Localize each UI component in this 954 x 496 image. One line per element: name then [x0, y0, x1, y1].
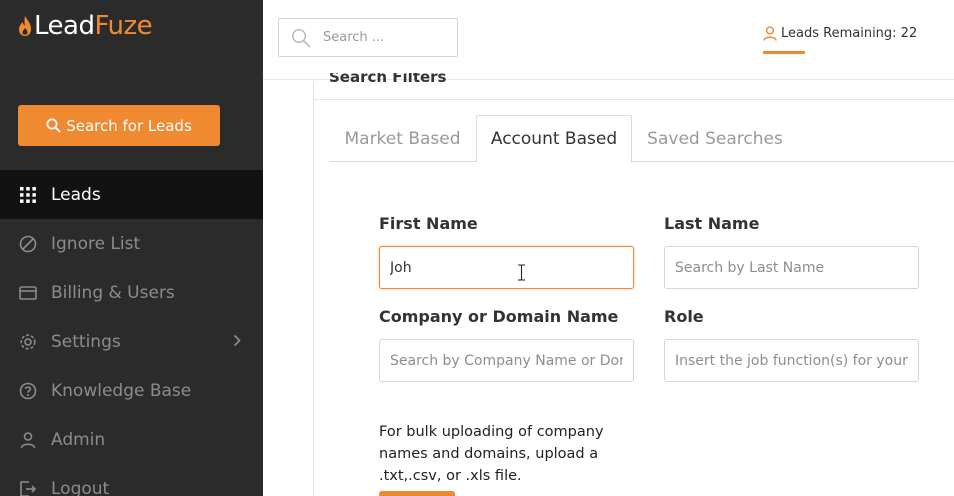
sidebar-item-label: Settings	[51, 331, 121, 352]
tab-saved-searches[interactable]: Saved Searches	[632, 115, 798, 162]
filters-divider	[314, 99, 954, 100]
role-input[interactable]	[664, 339, 919, 382]
sidebar: Lead Fuze Search for Leads Leads Ignore L…	[0, 0, 263, 496]
last-name-input[interactable]	[664, 246, 919, 289]
user-icon	[763, 26, 777, 41]
company-domain-label: Company or Domain Name	[379, 307, 619, 326]
main-content: Search Filters Market Based Account Base…	[263, 73, 954, 496]
sidebar-item-label: Ignore List	[51, 233, 141, 254]
search-icon	[291, 28, 311, 47]
first-name-label: First Name	[379, 214, 478, 233]
chevron-right-icon	[233, 334, 241, 347]
leads-remaining-label: Leads Remaining: 22	[781, 26, 918, 41]
sidebar-item-ignore-list[interactable]: Ignore List	[0, 219, 263, 268]
question-icon	[18, 381, 38, 401]
global-search-input[interactable]	[323, 30, 433, 45]
bulk-upload-instructions: For bulk uploading of company names and …	[379, 424, 604, 484]
text-cursor-icon	[518, 264, 525, 281]
tab-market-based[interactable]: Market Based	[329, 115, 476, 162]
sidebar-item-billing-users[interactable]: Billing & Users	[0, 268, 263, 317]
sidebar-item-admin[interactable]: Admin	[0, 415, 263, 464]
tab-account-based[interactable]: Account Based	[476, 115, 632, 163]
first-name-input[interactable]	[379, 246, 634, 289]
search-icon	[46, 118, 61, 133]
search-filters-title: Search Filters	[329, 73, 447, 86]
user-icon	[18, 430, 38, 450]
global-search[interactable]	[278, 18, 458, 57]
sidebar-item-label: Admin	[51, 429, 106, 450]
search-for-leads-label: Search for Leads	[66, 116, 192, 135]
grid-icon	[18, 185, 38, 205]
sidebar-nav: Leads Ignore List Billing & Users Settin…	[0, 170, 263, 496]
company-domain-input[interactable]	[379, 339, 634, 382]
last-name-label: Last Name	[664, 214, 760, 233]
sidebar-item-settings[interactable]: Settings	[0, 317, 263, 366]
sidebar-item-label: Billing & Users	[51, 282, 175, 303]
logout-icon	[18, 479, 38, 496]
logo-text-fuze: Fuze	[94, 11, 153, 41]
sidebar-item-label: Leads	[51, 184, 101, 205]
sidebar-item-label: Logout	[51, 478, 110, 496]
block-icon	[18, 234, 38, 254]
sidebar-item-leads[interactable]: Leads	[0, 170, 263, 219]
sidebar-item-logout[interactable]: Logout	[0, 464, 263, 496]
sidebar-item-knowledge-base[interactable]: Knowledge Base	[0, 366, 263, 415]
flame-icon	[19, 16, 31, 36]
role-label: Role	[664, 307, 704, 326]
sidebar-item-label: Knowledge Base	[51, 380, 192, 401]
top-bar: Leads Remaining: 22	[263, 0, 954, 80]
search-for-leads-button[interactable]: Search for Leads	[18, 105, 220, 146]
logo[interactable]: Lead Fuze	[18, 8, 153, 44]
wallet-icon	[18, 283, 38, 303]
leads-remaining-underline	[763, 51, 805, 54]
leads-remaining[interactable]: Leads Remaining: 22	[763, 26, 917, 41]
gear-icon	[18, 332, 38, 352]
upload-file-button[interactable]	[379, 491, 455, 496]
panel-border	[313, 81, 314, 496]
logo-text-lead: Lead	[34, 11, 95, 41]
filter-tabs: Market Based Account Based Saved Searche…	[329, 115, 954, 163]
